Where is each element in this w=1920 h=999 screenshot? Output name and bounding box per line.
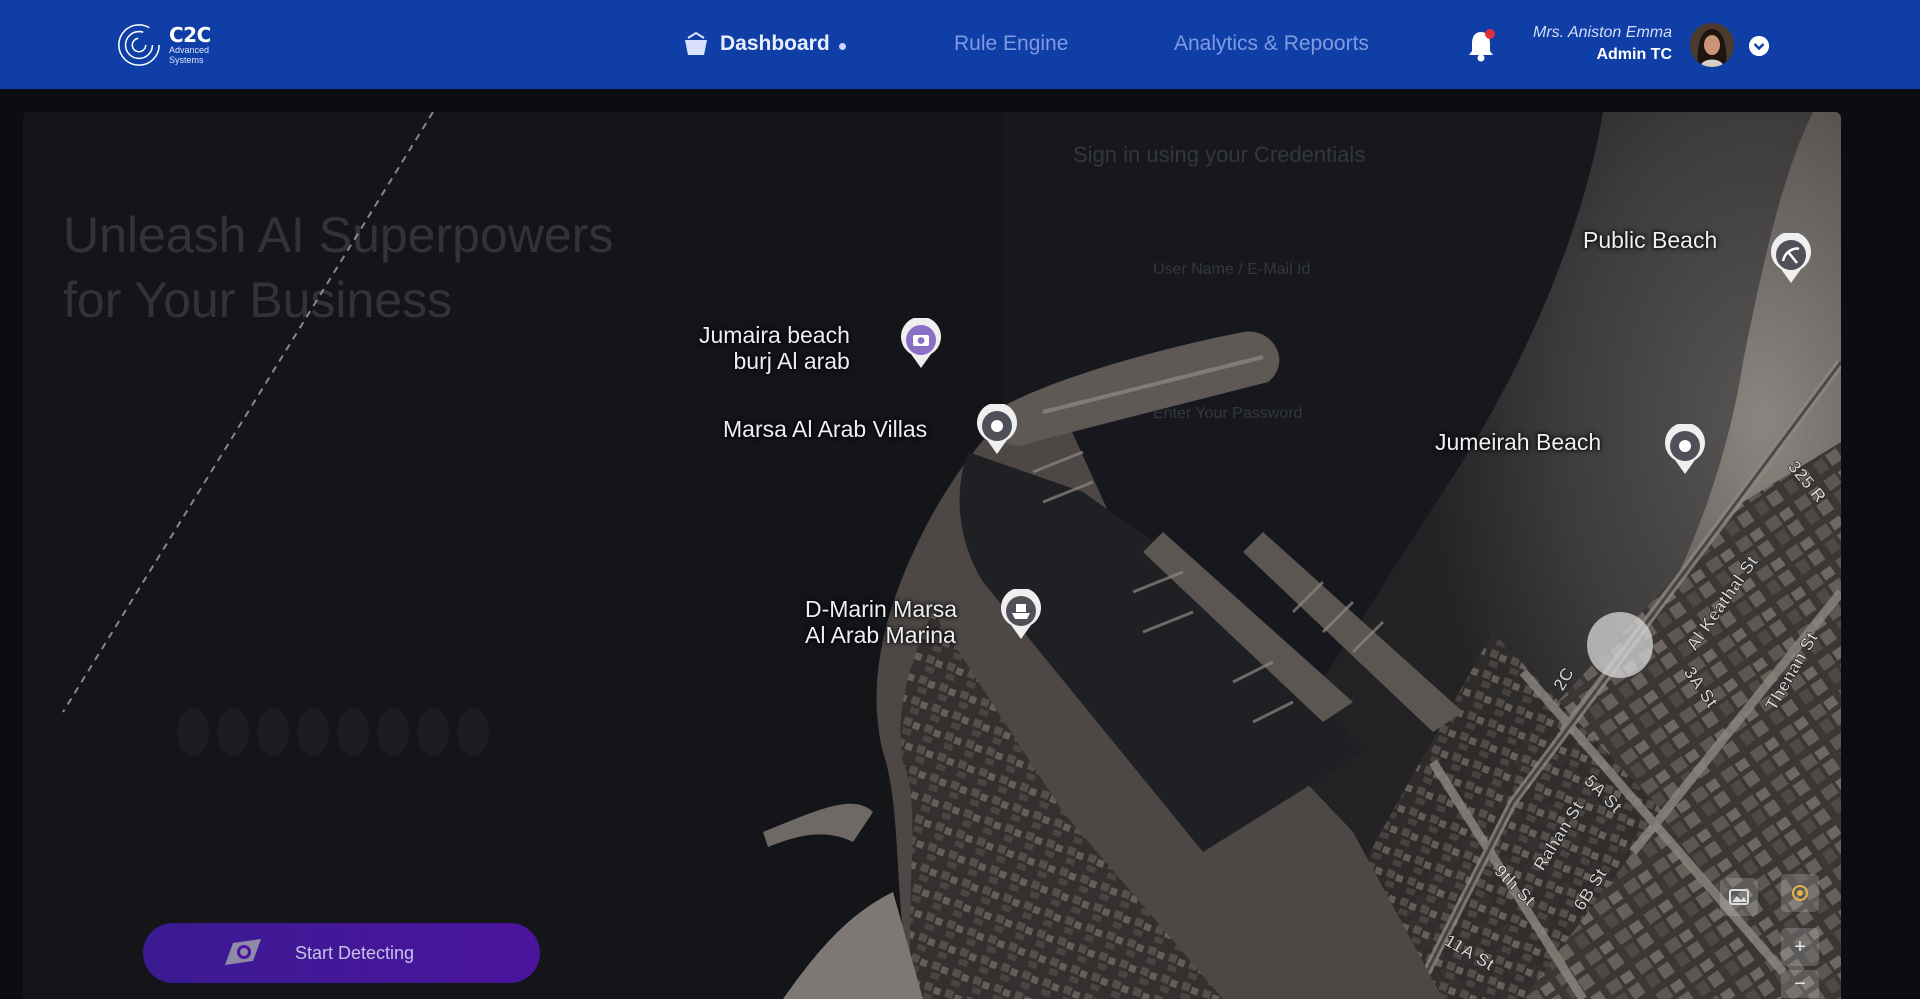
basket-icon <box>685 31 707 55</box>
brand-name: C2C <box>169 23 211 47</box>
satellite-map[interactable]: Unleash AI Superpowers for Your Business… <box>23 112 1841 999</box>
poi-label-jumaira: Jumaira beach burj Al arab <box>699 322 850 374</box>
user-name: Mrs. Aniston Emma <box>1533 24 1672 41</box>
top-navigation-bar: C2C Advanced Systems Dashboard Rule Engi… <box>0 0 1920 89</box>
boat-pin-icon[interactable] <box>999 589 1043 641</box>
location-pin-icon[interactable] <box>1663 424 1707 476</box>
user-role: Admin TC <box>1596 46 1672 63</box>
c2c-logo[interactable]: C2C Advanced Systems <box>115 18 225 72</box>
current-location-marker <box>1587 612 1653 678</box>
brand-sub: Advanced <box>169 45 210 55</box>
poi-label-marsa-villas: Marsa Al Arab Villas <box>723 416 928 442</box>
chevron-down-icon[interactable] <box>1749 36 1769 56</box>
satellite-icon <box>225 939 261 965</box>
zoom-out-button[interactable]: − <box>1781 970 1819 998</box>
map-imagery: Unleash AI Superpowers for Your Business… <box>23 112 1841 999</box>
poi-label-jumeirah-beach: Jumeirah Beach <box>1435 429 1602 455</box>
notification-dot <box>1485 29 1495 39</box>
map-layers-button[interactable] <box>1720 878 1758 916</box>
left-edge <box>0 0 23 999</box>
zoom-in-button[interactable]: + <box>1781 928 1819 966</box>
faint-hero-1: Unleash AI Superpowers <box>63 207 613 263</box>
beach-pin-icon[interactable] <box>1769 233 1813 285</box>
faint-pass-field: Enter Your Password <box>1153 405 1302 422</box>
faint-user-field: User Name / E-Mail Id <box>1153 261 1310 278</box>
image-icon <box>1729 889 1749 905</box>
avatar-image <box>1690 23 1734 67</box>
right-edge <box>1841 89 1920 999</box>
brand-sub: Systems <box>169 55 204 65</box>
notification-bell-icon[interactable] <box>1466 27 1496 63</box>
start-detecting-button[interactable]: Start Detecting <box>143 923 540 983</box>
location-pin-icon[interactable] <box>975 404 1019 456</box>
start-detecting-label: Start Detecting <box>295 942 415 963</box>
logo-icon <box>118 24 160 66</box>
nav-rule-engine[interactable]: Rule Engine <box>954 22 1068 66</box>
nav-label: Rule Engine <box>954 32 1069 55</box>
nav-label: Dashboard <box>720 32 830 55</box>
poi-label-public-beach: Public Beach <box>1583 227 1718 253</box>
active-dot <box>838 42 846 50</box>
faint-hero-2: for Your Business <box>63 272 452 328</box>
avatar[interactable] <box>1690 23 1734 67</box>
poi-label-dmarin: D-Marin Marsa Al Arab Marina <box>805 596 958 648</box>
nav-label: Analytics & Repoorts <box>1174 32 1369 55</box>
faint-signin: Sign in using your Credentials <box>1073 142 1365 167</box>
camera-pin-icon[interactable] <box>899 318 943 370</box>
locate-me-button[interactable] <box>1781 874 1819 912</box>
nav-analytics[interactable]: Analytics & Repoorts <box>1174 22 1369 66</box>
nav-dashboard[interactable]: Dashboard <box>682 22 846 66</box>
locate-icon <box>1792 885 1808 901</box>
